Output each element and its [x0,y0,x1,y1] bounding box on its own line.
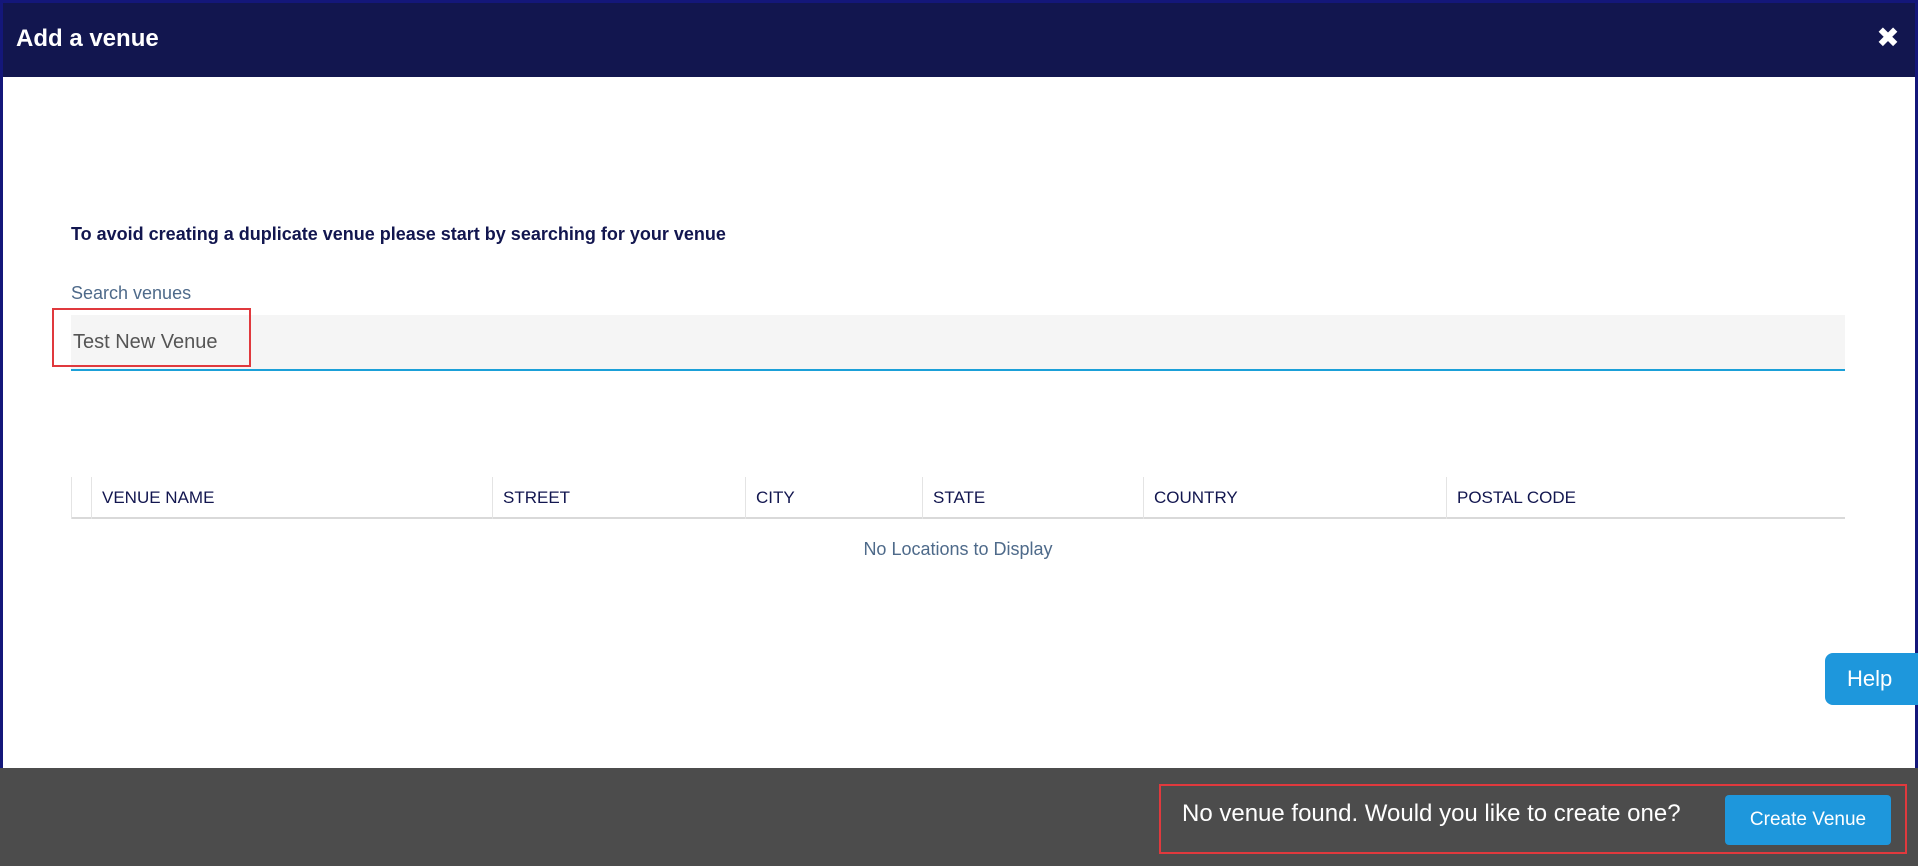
modal-header: Add a venue ✖ [3,3,1915,77]
intro-text: To avoid creating a duplicate venue plea… [71,224,726,244]
table-header: VENUE NAME STREET CITY STATE COUNTRY POS… [71,477,1845,519]
close-icon[interactable]: ✖ [1875,23,1901,53]
column-header-city[interactable]: CITY [745,477,922,519]
column-header-state[interactable]: STATE [922,477,1143,519]
empty-table-message: No Locations to Display [863,539,1053,559]
select-column-header [71,477,91,519]
modal-title: Add a venue [16,25,159,52]
search-field[interactable] [71,315,1845,371]
search-input[interactable] [71,315,1845,369]
no-venue-message: No venue found. Would you like to create… [1182,800,1681,827]
add-venue-modal: Add a venue ✖ To avoid creating a duplic… [0,0,1918,866]
create-venue-button[interactable]: Create Venue [1725,795,1891,845]
venues-table: VENUE NAME STREET CITY STATE COUNTRY POS… [71,477,1845,579]
help-button[interactable]: Help [1825,653,1918,705]
column-header-street[interactable]: STREET [492,477,745,519]
column-header-venue-name[interactable]: VENUE NAME [91,477,492,519]
column-header-postal-code[interactable]: POSTAL CODE [1446,477,1845,519]
column-header-country[interactable]: COUNTRY [1143,477,1446,519]
search-label: Search venues [71,283,192,303]
